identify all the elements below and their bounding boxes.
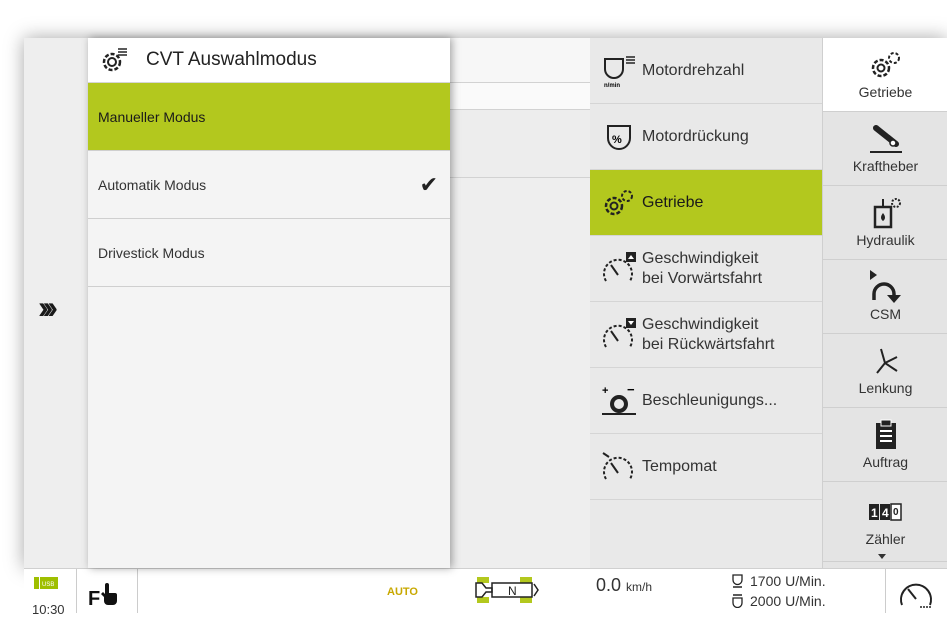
option-label: Manueller Modus bbox=[98, 108, 206, 125]
list-item-getriebe[interactable]: Getriebe bbox=[590, 170, 822, 236]
panel-title: CVT Auswahlmodus bbox=[146, 49, 317, 70]
list-item-acceleration[interactable]: + − Beschleunigungs... bbox=[590, 368, 822, 434]
tab-getriebe[interactable]: Getriebe bbox=[823, 38, 947, 112]
list-item-forward-speed[interactable]: Geschwindigkeit bei Vorwärtsfahrt bbox=[590, 236, 822, 302]
svg-text:USB: USB bbox=[42, 582, 54, 588]
svg-text:N: N bbox=[508, 584, 517, 598]
engine-droop-icon: % bbox=[596, 122, 642, 152]
acceleration-icon: + − bbox=[596, 384, 642, 418]
tab-lenkung[interactable]: Lenkung bbox=[823, 334, 947, 408]
expand-chevron-icon[interactable]: ››› bbox=[38, 289, 58, 326]
tab-kraftheber[interactable]: Kraftheber bbox=[823, 112, 947, 186]
tab-label: Zähler bbox=[865, 530, 906, 547]
item-label: Motordrückung bbox=[642, 127, 749, 145]
tab-csm[interactable]: CSM bbox=[823, 260, 947, 334]
list-item-reverse-speed[interactable]: Geschwindigkeit bei Rückwärtsfahrt bbox=[590, 302, 822, 368]
csm-icon bbox=[868, 269, 904, 303]
speed-readout: 0.0 km/h bbox=[596, 575, 653, 595]
engine-rpm-icon bbox=[732, 574, 743, 588]
item-label: Tempomat bbox=[642, 457, 717, 475]
svg-text:0: 0 bbox=[893, 507, 899, 518]
usb-icon: USB bbox=[34, 577, 58, 589]
tab-label: CSM bbox=[869, 305, 902, 322]
tab-hydraulik[interactable]: Hydraulik bbox=[823, 186, 947, 260]
tab-label: Auftrag bbox=[862, 453, 909, 470]
f-key[interactable]: F bbox=[88, 583, 118, 611]
reverse-speed-icon bbox=[596, 317, 642, 353]
svg-text:1: 1 bbox=[871, 506, 878, 520]
item-label: Beschleunigungs... bbox=[642, 391, 778, 409]
clipboard-icon bbox=[873, 419, 899, 450]
collapse-strip[interactable] bbox=[24, 38, 89, 568]
settings-list: n/min Motordrehzahl % Motordrückung Getr… bbox=[590, 38, 822, 568]
option-manual-mode[interactable]: Manueller Modus bbox=[88, 83, 450, 151]
option-label: Drivestick Modus bbox=[98, 244, 205, 261]
counter-icon: 1 4 0 bbox=[868, 497, 904, 527]
tab-label: Hydraulik bbox=[856, 231, 915, 248]
hydraulic-icon bbox=[870, 197, 902, 228]
steering-icon bbox=[871, 346, 901, 376]
check-icon: ✔ bbox=[419, 171, 438, 197]
tractor-gear-indicator[interactable]: N bbox=[474, 575, 564, 605]
svg-text:n/min: n/min bbox=[604, 83, 620, 89]
gear-icon bbox=[870, 50, 902, 80]
tab-label: Getriebe bbox=[858, 83, 913, 100]
auto-indicator: AUTO bbox=[387, 586, 418, 598]
tab-label: Lenkung bbox=[858, 379, 913, 396]
tab-label: Kraftheber bbox=[852, 157, 919, 174]
engine-target-icon bbox=[732, 594, 743, 608]
cvt-mode-panel: CVT Auswahlmodus Manueller Modus Automat… bbox=[88, 38, 450, 568]
tab-auftrag[interactable]: Auftrag bbox=[823, 408, 947, 482]
engine-speed-icon: n/min bbox=[596, 53, 642, 89]
status-bar: USB 10:30 F AUTO N 0.0 km/h 1700 U/Min. … bbox=[24, 568, 947, 630]
hitch-icon bbox=[868, 124, 904, 154]
svg-text:%: % bbox=[612, 134, 622, 146]
list-item-motordrueckung[interactable]: % Motordrückung bbox=[590, 104, 822, 170]
item-label: Motordrehzahl bbox=[642, 61, 745, 79]
divider bbox=[885, 569, 886, 613]
panel-header: CVT Auswahlmodus bbox=[88, 38, 450, 83]
hand-pointer-icon bbox=[101, 583, 118, 605]
list-item-tempomat[interactable]: Tempomat bbox=[590, 434, 822, 500]
option-automatic-mode[interactable]: Automatik Modus ✔ bbox=[88, 151, 450, 219]
list-item-motordrehzahl[interactable]: n/min Motordrehzahl bbox=[590, 38, 822, 104]
item-label: Getriebe bbox=[642, 193, 704, 211]
option-label: Automatik Modus bbox=[98, 176, 207, 193]
scroll-down-arrow-icon[interactable] bbox=[878, 554, 886, 559]
svg-text:+: + bbox=[602, 385, 608, 397]
divider bbox=[76, 569, 77, 613]
tab-zaehler[interactable]: 1 4 0 Zähler bbox=[823, 482, 947, 562]
gear-menu-icon bbox=[100, 46, 136, 74]
item-label-multiline: Geschwindigkeit bei Rückwärtsfahrt bbox=[642, 315, 775, 353]
category-tabs: Getriebe Kraftheber Hydraulik CSM Lenkun… bbox=[822, 38, 947, 568]
option-drivestick-mode[interactable]: Drivestick Modus bbox=[88, 219, 450, 287]
clock: 10:30 bbox=[32, 602, 65, 617]
item-label-multiline: Geschwindigkeit bei Vorwärtsfahrt bbox=[642, 249, 763, 287]
gear-icon bbox=[596, 188, 642, 218]
speedometer-icon[interactable] bbox=[896, 577, 938, 611]
middle-background bbox=[450, 38, 590, 568]
cruise-control-icon bbox=[596, 449, 642, 485]
rpm-readout: 1700 U/Min. 2000 U/Min. bbox=[732, 571, 826, 611]
svg-text:4: 4 bbox=[882, 506, 889, 520]
forward-speed-icon bbox=[596, 251, 642, 287]
svg-text:−: − bbox=[627, 384, 635, 397]
divider bbox=[137, 569, 138, 613]
